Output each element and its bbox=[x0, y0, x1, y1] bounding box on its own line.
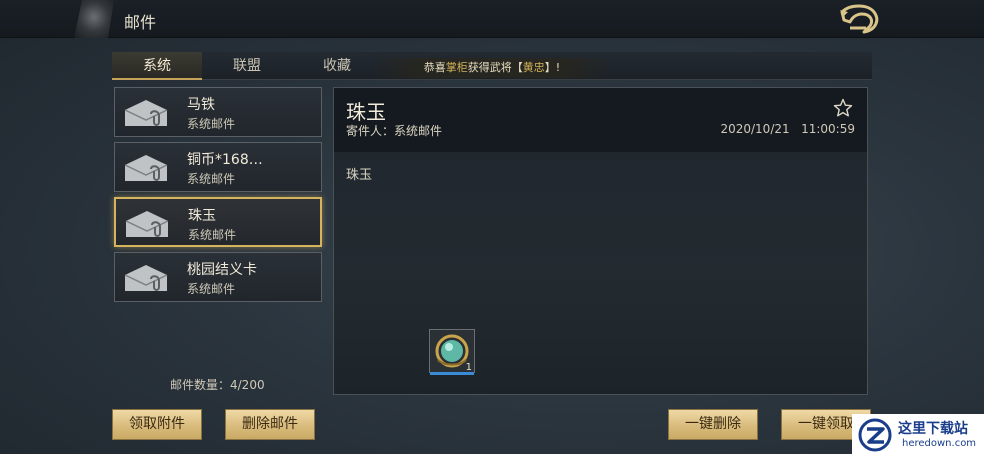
mail-item[interactable]: 铜币*168… 系统邮件 bbox=[114, 142, 322, 192]
mail-sender: 系统邮件 bbox=[188, 228, 237, 242]
dragon-back-icon[interactable] bbox=[836, 2, 884, 36]
tab-favorites[interactable]: 收藏 bbox=[292, 52, 382, 80]
envelope-attachment-icon bbox=[124, 265, 168, 291]
mail-title: 桃园结义卡 bbox=[187, 262, 257, 278]
mail-body-text: 珠玉 bbox=[346, 168, 373, 183]
tab-system[interactable]: 系统 bbox=[112, 52, 202, 80]
attachment-slot[interactable]: 1 bbox=[429, 329, 475, 375]
mail-detail-datetime: 2020/10/21 11:00:59 bbox=[720, 122, 855, 136]
page-title: 邮件 bbox=[124, 13, 157, 32]
watermark-text: 这里下载站 bbox=[898, 421, 968, 437]
mail-item[interactable]: 桃园结义卡 系统邮件 bbox=[114, 252, 322, 302]
mail-item-selected[interactable]: 珠玉 系统邮件 bbox=[114, 197, 322, 247]
envelope-attachment-icon bbox=[125, 211, 169, 237]
mail-sender: 系统邮件 bbox=[187, 117, 236, 131]
mail-title: 珠玉 bbox=[188, 208, 216, 224]
envelope-attachment-icon bbox=[124, 100, 168, 126]
mail-sender: 系统邮件 bbox=[187, 172, 236, 186]
star-favorite-icon[interactable] bbox=[833, 98, 853, 118]
watermark-url: heredown.com bbox=[902, 438, 977, 449]
mail-detail-sender: 寄件人：系统邮件 bbox=[346, 124, 443, 138]
mail-item[interactable]: 马铁 系统邮件 bbox=[114, 87, 322, 137]
ticker-general-name: 黄忠 bbox=[522, 61, 545, 74]
ticker-suffix: 】! bbox=[544, 61, 561, 74]
mail-count: 邮件数量：4/200 bbox=[170, 378, 265, 392]
claim-attachment-button[interactable]: 领取附件 bbox=[112, 409, 202, 440]
mail-title: 马铁 bbox=[187, 97, 215, 113]
ticker-player-name: 掌柜 bbox=[445, 61, 468, 74]
attachment-quality-bar bbox=[430, 372, 474, 375]
mail-detail-panel: 珠玉 寄件人：系统邮件 2020/10/21 11:00:59 珠玉 1 bbox=[333, 87, 868, 395]
ticker-middle: 获得武将【 bbox=[467, 61, 523, 74]
mail-time: 11:00:59 bbox=[801, 122, 855, 136]
top-bar: 邮件 bbox=[0, 0, 984, 38]
mail-detail-title: 珠玉 bbox=[346, 100, 386, 124]
heredown-logo-icon bbox=[858, 418, 892, 452]
mail-date: 2020/10/21 bbox=[720, 122, 790, 136]
watermark: 这里下载站 heredown.com bbox=[852, 414, 984, 454]
mail-sender: 系统邮件 bbox=[187, 282, 236, 296]
announcement-ticker: 恭喜掌柜获得武将【黄忠】! bbox=[372, 58, 612, 78]
mail-title: 铜币*168… bbox=[187, 152, 263, 168]
ticker-prefix: 恭喜 bbox=[423, 61, 446, 74]
player-avatar[interactable] bbox=[74, 0, 114, 38]
delete-all-button[interactable]: 一键删除 bbox=[668, 409, 758, 440]
envelope-attachment-icon bbox=[124, 155, 168, 181]
tab-alliance[interactable]: 联盟 bbox=[202, 52, 292, 80]
delete-mail-button[interactable]: 删除邮件 bbox=[225, 409, 315, 440]
mail-detail-header: 珠玉 寄件人：系统邮件 2020/10/21 11:00:59 bbox=[334, 88, 867, 152]
